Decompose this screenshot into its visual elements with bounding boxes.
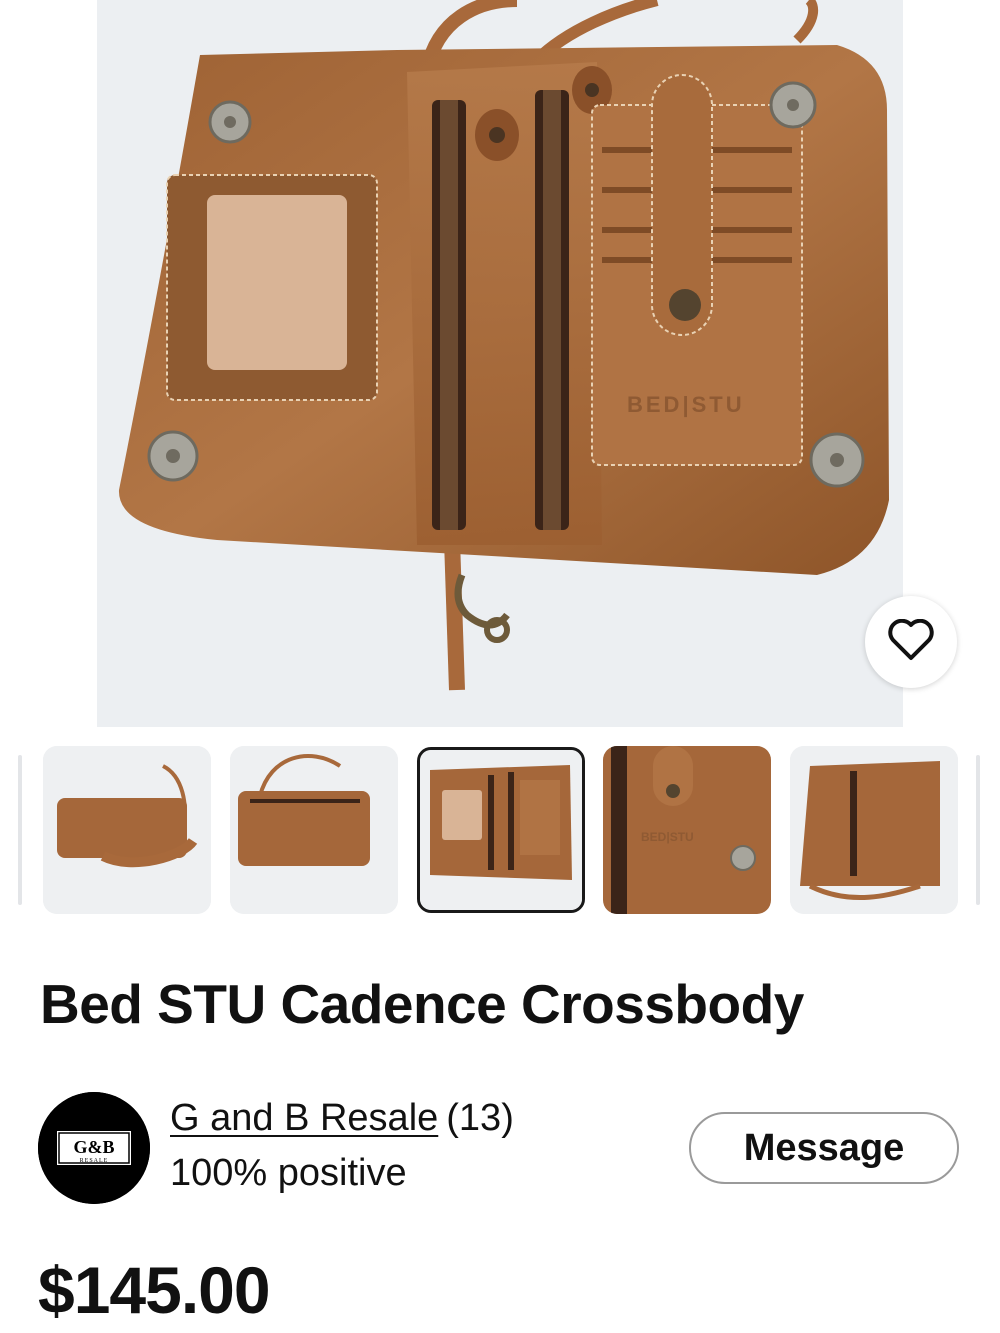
listing-price: $145.00: [38, 1253, 271, 1327]
listing-title: Bed STU Cadence Crossbody: [40, 973, 804, 1035]
message-seller-button[interactable]: Message: [689, 1112, 959, 1184]
heart-outline-icon: [888, 618, 934, 666]
svg-text:BED|STU: BED|STU: [627, 392, 745, 417]
seller-avatar[interactable]: G&B RESALE: [38, 1092, 150, 1204]
thumbnail-3-selected[interactable]: [417, 747, 585, 913]
seller-positive-feedback: 100% positive: [170, 1152, 407, 1194]
hero-image-area[interactable]: BED|STU: [0, 0, 1000, 727]
thumbnail-strip[interactable]: BED|STU: [0, 745, 1000, 915]
svg-text:BED|STU: BED|STU: [641, 830, 694, 844]
seller-feedback-count: (13): [446, 1097, 514, 1139]
svg-text:G&B: G&B: [73, 1137, 114, 1157]
thumbnail-1[interactable]: [43, 746, 211, 914]
seller-name-line: G and B Resale (13): [170, 1097, 514, 1140]
thumbnail-5[interactable]: [790, 746, 958, 914]
svg-text:RESALE: RESALE: [80, 1158, 109, 1164]
thumbnail-prev-edge: [18, 755, 22, 905]
favorite-button[interactable]: [865, 596, 957, 688]
product-photo-main[interactable]: BED|STU: [97, 0, 903, 727]
seller-name-link[interactable]: G and B Resale: [170, 1097, 438, 1139]
thumbnail-2[interactable]: [230, 746, 398, 914]
thumbnail-4[interactable]: BED|STU: [603, 746, 771, 914]
thumbnail-next-edge: [976, 755, 980, 905]
